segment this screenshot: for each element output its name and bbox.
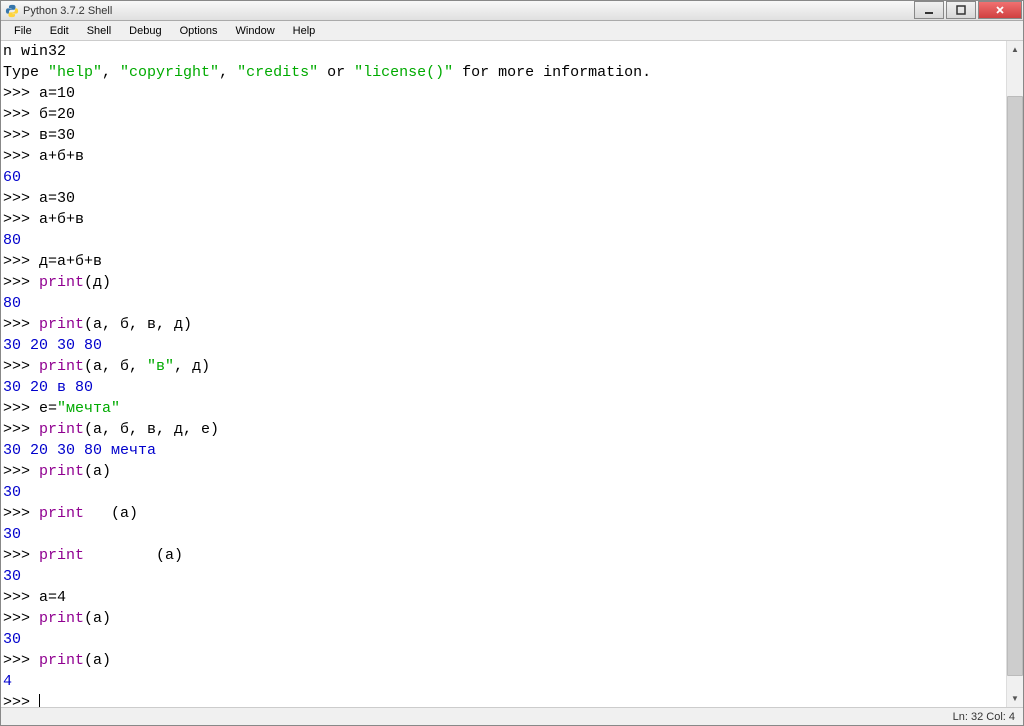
shell-line: >>> print(a) [3,610,111,627]
shell-line: >>> print(а) [3,652,111,669]
shell-line: >>> в=30 [3,127,75,144]
shell-line: >>> д=а+б+в [3,253,102,270]
shell-line: >>> б=20 [3,106,75,123]
shell-line: Type "help", "copyright", "credits" or "… [3,64,651,81]
menu-shell[interactable]: Shell [78,23,120,39]
scroll-up-icon[interactable]: ▲ [1007,41,1023,58]
menu-file[interactable]: File [5,23,41,39]
shell-output: 30 20 30 80 мечта [3,442,156,459]
window-title: Python 3.7.2 Shell [23,5,112,17]
shell-line: >>> print(а, б, в, д, е) [3,421,219,438]
vertical-scrollbar[interactable]: ▲ ▼ [1006,41,1023,707]
shell-output: 80 [3,232,21,249]
shell-output: 30 [3,568,21,585]
shell-output: 80 [3,295,21,312]
shell-line: n win32 [3,43,66,60]
menubar: File Edit Shell Debug Options Window Hel… [1,21,1023,41]
scroll-down-icon[interactable]: ▼ [1007,690,1023,707]
shell-output: 30 20 30 80 [3,337,102,354]
shell-output: 30 [3,484,21,501]
python-icon [5,4,19,18]
close-button[interactable] [978,1,1022,19]
window-controls [913,1,1023,20]
titlebar-left: Python 3.7.2 Shell [5,4,112,18]
shell-line: >>> а=10 [3,85,75,102]
scroll-thumb[interactable] [1007,96,1023,676]
menu-help[interactable]: Help [284,23,325,39]
shell-line: >>> е="мечта" [3,400,120,417]
shell-editor[interactable]: n win32 Type "help", "copyright", "credi… [1,41,1006,707]
menu-edit[interactable]: Edit [41,23,78,39]
shell-line: >>> print(д) [3,274,111,291]
shell-line: >>> а+б+в [3,211,84,228]
content-area: n win32 Type "help", "copyright", "credi… [1,41,1023,707]
shell-line: >>> print (а) [3,505,138,522]
shell-line: >>> print(а) [3,463,111,480]
shell-output: 30 [3,631,21,648]
shell-output: 60 [3,169,21,186]
shell-line: >>> print (а) [3,547,183,564]
shell-line: >>> а+б+в [3,148,84,165]
main-window: Python 3.7.2 Shell File Edit Shell Debug… [0,0,1024,726]
titlebar: Python 3.7.2 Shell [1,1,1023,21]
text-cursor [39,694,40,707]
shell-line: >>> а=4 [3,589,66,606]
shell-output: 30 20 в 80 [3,379,93,396]
shell-output: 30 [3,526,21,543]
menu-window[interactable]: Window [227,23,284,39]
minimize-button[interactable] [914,1,944,19]
shell-output: 4 [3,673,12,690]
shell-line: >>> print(а, б, "в", д) [3,358,210,375]
statusbar: Ln: 32 Col: 4 [1,707,1023,725]
shell-line: >>> а=30 [3,190,75,207]
maximize-button[interactable] [946,1,976,19]
shell-line: >>> print(а, б, в, д) [3,316,192,333]
shell-line: >>> [3,694,40,707]
menu-debug[interactable]: Debug [120,23,170,39]
menu-options[interactable]: Options [171,23,227,39]
cursor-position: Ln: 32 Col: 4 [953,711,1015,723]
